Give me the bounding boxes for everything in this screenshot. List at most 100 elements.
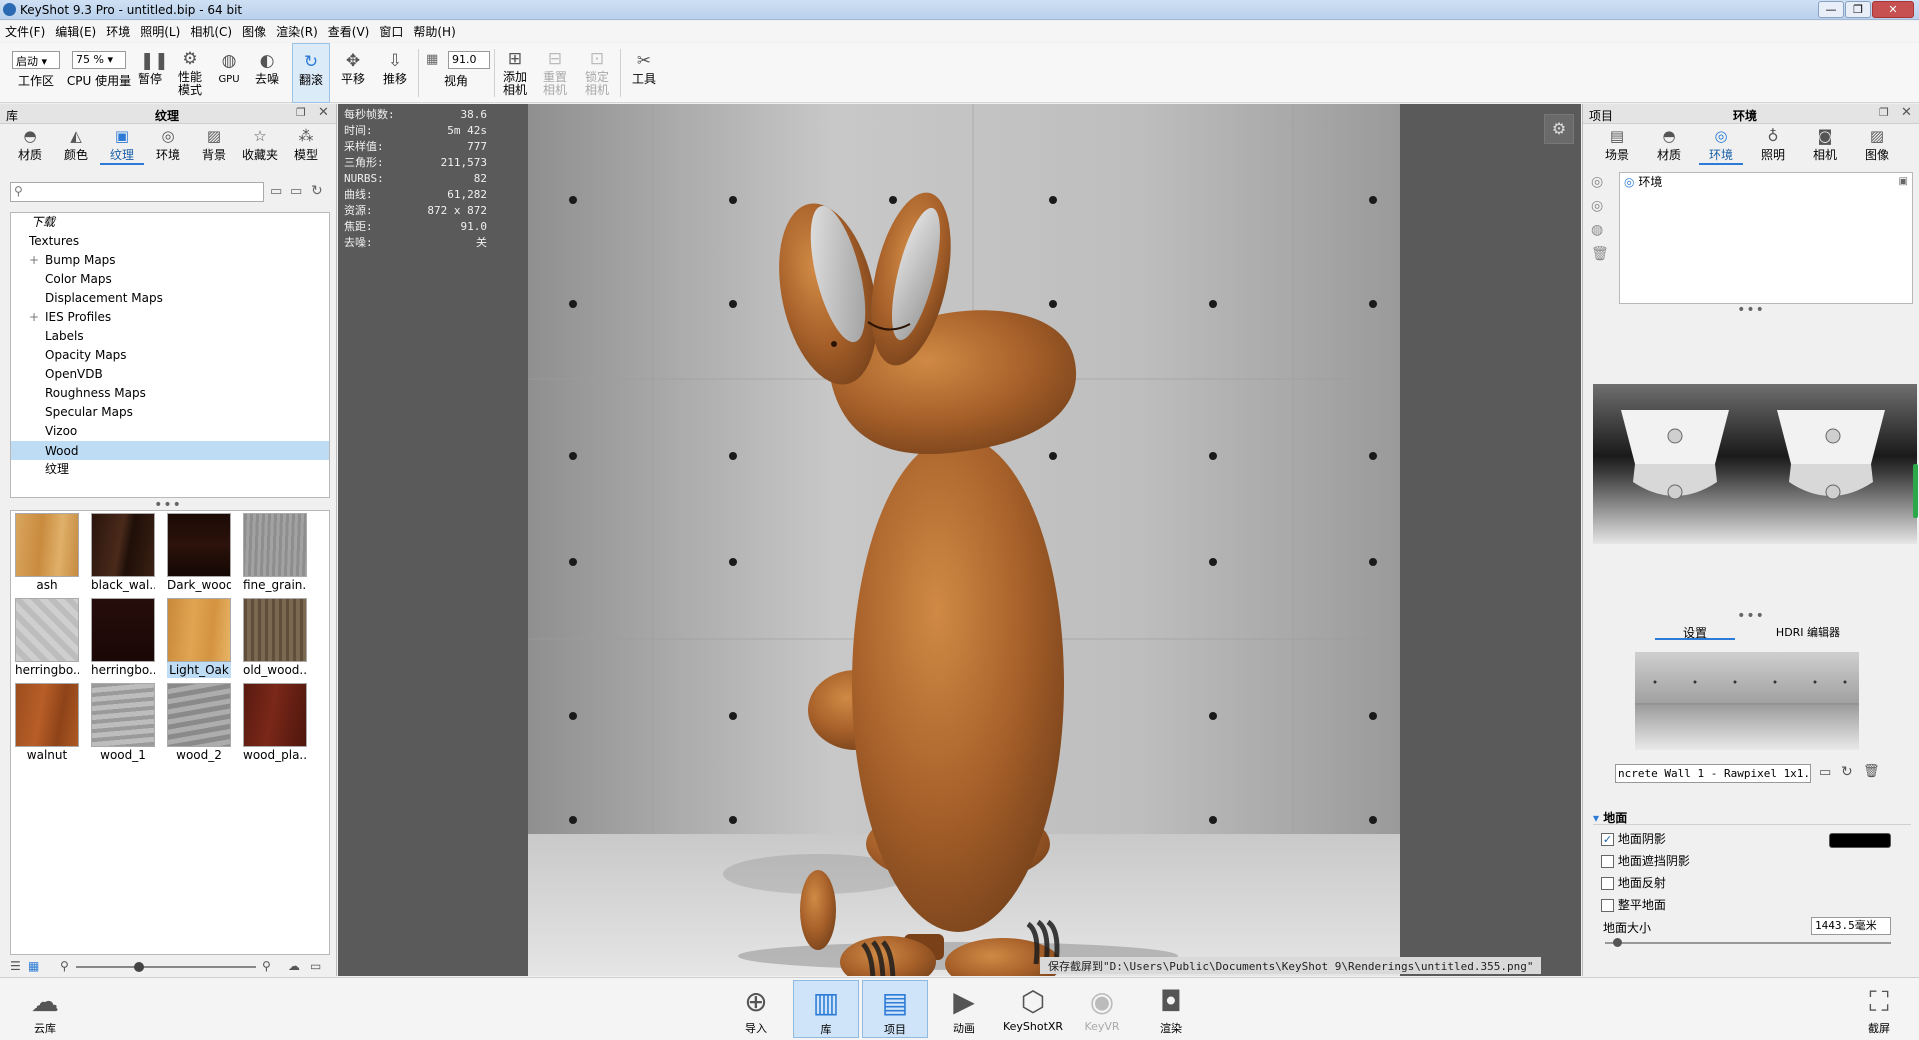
- tab-environments[interactable]: ◎ 环境: [146, 126, 190, 163]
- tree-item-opacity-maps[interactable]: Opacity Maps: [11, 346, 329, 365]
- ground-reflection-checkbox[interactable]: [1601, 877, 1614, 890]
- tree-item-roughness-maps[interactable]: Roughness Maps: [11, 384, 329, 403]
- menu-lighting[interactable]: 照明(L): [135, 21, 185, 42]
- texture-thumb-herringbone-1[interactable]: herringbo...: [15, 598, 79, 678]
- flatten-ground-checkbox[interactable]: [1601, 899, 1614, 912]
- project-button[interactable]: ▤ 项目: [862, 980, 928, 1038]
- lock-camera-button[interactable]: ⊡ 锁定 相机: [580, 43, 614, 103]
- menu-camera[interactable]: 相机(C): [185, 21, 237, 42]
- menu-view[interactable]: 查看(V): [323, 21, 375, 42]
- ground-shadow-checkbox[interactable]: ✓: [1601, 833, 1614, 846]
- gpu-button[interactable]: ◍ GPU: [212, 43, 246, 103]
- tab-image[interactable]: ▨ 图像: [1855, 126, 1899, 163]
- folder-open-icon[interactable]: ▭: [1819, 765, 1831, 780]
- duplicate-environment-icon[interactable]: ◎: [1591, 198, 1603, 214]
- slider-handle[interactable]: [1613, 938, 1622, 947]
- workspace-select[interactable]: 启动 ▾: [12, 51, 60, 69]
- tab-textures[interactable]: ▣ 纹理: [100, 126, 144, 165]
- tab-favorites[interactable]: ☆ 收藏夹: [238, 126, 282, 163]
- tab-hdri-editor[interactable]: HDRI 编辑器: [1753, 624, 1863, 640]
- menu-image[interactable]: 图像: [237, 21, 271, 42]
- tab-materials[interactable]: ◓ 材质: [8, 126, 52, 163]
- menu-window[interactable]: 窗口: [374, 21, 408, 42]
- tools-button[interactable]: ✂ 工具: [626, 43, 662, 103]
- animation-button[interactable]: ▶ 动画: [931, 980, 997, 1038]
- delete-icon[interactable]: 🗑: [1591, 246, 1609, 262]
- tumble-button[interactable]: ↻ 翻滚: [292, 43, 330, 103]
- texture-thumb-light-oak[interactable]: Light_Oak: [167, 598, 231, 678]
- flatten-ground-option[interactable]: 整平地面: [1601, 896, 1666, 914]
- texture-thumb-wood-2[interactable]: wood_2: [167, 683, 231, 763]
- folder-add-icon[interactable]: ▭: [290, 184, 302, 199]
- refresh-icon[interactable]: ↻: [311, 183, 323, 199]
- screenshot-button[interactable]: ⛶ 截屏: [1846, 980, 1912, 1038]
- grid-view-icon[interactable]: ▦: [28, 959, 39, 973]
- tab-material[interactable]: ◓ 材质: [1647, 126, 1691, 163]
- list-view-icon[interactable]: ☰: [10, 959, 21, 973]
- menu-file[interactable]: 文件(F): [0, 21, 50, 42]
- splitter-handle[interactable]: •••: [1733, 608, 1769, 624]
- tree-item-displacement-maps[interactable]: Displacement Maps: [11, 289, 329, 308]
- tree-item-specular-maps[interactable]: Specular Maps: [11, 403, 329, 422]
- minimize-button[interactable]: —: [1818, 1, 1844, 18]
- menu-edit[interactable]: 编辑(E): [50, 21, 101, 42]
- tree-item-openvdb[interactable]: OpenVDB: [11, 365, 329, 384]
- library-button[interactable]: ▥ 库: [793, 980, 859, 1038]
- undock-icon[interactable]: ❐: [296, 106, 306, 119]
- close-button[interactable]: ✕: [1872, 1, 1914, 18]
- texture-thumb-dark-wood[interactable]: Dark_wood: [167, 513, 231, 593]
- texture-thumb-herringbone-2[interactable]: herringbo...: [91, 598, 155, 678]
- ground-occlusion-option[interactable]: 地面遮挡阴影: [1601, 852, 1690, 870]
- render-region-icon[interactable]: ⚙: [1544, 114, 1574, 144]
- tree-item-vizoo[interactable]: Vizoo: [11, 422, 329, 441]
- dolly-button[interactable]: ⇩ 推移: [376, 43, 414, 103]
- tab-scene[interactable]: ▤ 场景: [1595, 126, 1639, 163]
- field-of-view-input[interactable]: 91.0: [448, 51, 490, 69]
- panel-close-icon[interactable]: ✕: [1901, 105, 1912, 120]
- folder-icon[interactable]: ▭: [310, 959, 321, 973]
- cloud-upload-icon[interactable]: ☁: [288, 959, 300, 973]
- tab-backplates[interactable]: ▨ 背景: [192, 126, 236, 163]
- maximize-button[interactable]: ❐: [1845, 1, 1871, 18]
- library-search-field[interactable]: ⚲: [10, 182, 264, 202]
- hdri-file-field[interactable]: ncrete Wall 1 - Rawpixel 1x1.jpg: [1615, 764, 1811, 783]
- tab-environment[interactable]: ◎ 环境: [1699, 126, 1743, 165]
- tab-lighting[interactable]: ♁ 照明: [1751, 126, 1795, 163]
- panel-close-icon[interactable]: ✕: [318, 105, 329, 120]
- ground-occlusion-checkbox[interactable]: [1601, 855, 1614, 868]
- texture-thumb-wood-1[interactable]: wood_1: [91, 683, 155, 763]
- ground-reflection-option[interactable]: 地面反射: [1601, 874, 1666, 892]
- texture-thumb-fine-grain[interactable]: fine_grain...: [243, 513, 307, 593]
- environment-list-item[interactable]: ◎ 环境 ▣: [1620, 173, 1912, 191]
- tree-item-wood[interactable]: Wood: [11, 441, 329, 460]
- menu-environment[interactable]: 环境: [101, 21, 135, 42]
- ground-size-slider[interactable]: [1605, 942, 1891, 944]
- refresh-icon[interactable]: ↻: [1841, 764, 1853, 780]
- cloud-library-button[interactable]: ☁ 云库: [12, 980, 78, 1038]
- copy-environment-icon[interactable]: ◍: [1591, 222, 1603, 238]
- cpu-usage-select[interactable]: 75 % ▾: [72, 51, 126, 69]
- add-environment-icon[interactable]: ◎: [1591, 174, 1603, 190]
- tree-item-color-maps[interactable]: Color Maps: [11, 270, 329, 289]
- tree-item-bump-maps[interactable]: + Bump Maps: [11, 251, 329, 270]
- keyvr-button[interactable]: ◉ KeyVR: [1069, 980, 1135, 1038]
- tab-settings[interactable]: 设置: [1655, 624, 1735, 640]
- reset-camera-button[interactable]: ⊟ 重置 相机: [538, 43, 572, 103]
- tree-item-textures[interactable]: Textures: [11, 232, 329, 251]
- slider-handle[interactable]: [134, 962, 144, 972]
- tree-item-download[interactable]: 下载: [11, 213, 329, 232]
- search-input[interactable]: [27, 184, 259, 200]
- texture-thumb-black-walnut[interactable]: black_wal...: [91, 513, 155, 593]
- denoise-button[interactable]: ◐ 去噪: [250, 43, 284, 103]
- tree-item-textures-cn[interactable]: 纹理: [11, 460, 329, 479]
- pause-button[interactable]: ❚❚ 暂停: [134, 43, 169, 103]
- render-viewport[interactable]: 每秒帧数: 38.6 时间: 5m 42s 采样值: 777 三角形: 211,573 …: [338, 104, 1581, 976]
- tree-item-ies-profiles[interactable]: + IES Profiles: [11, 308, 329, 327]
- menu-help[interactable]: 帮助(H): [408, 21, 460, 42]
- tab-models[interactable]: ⁂ 模型: [284, 126, 328, 163]
- folder-open-icon[interactable]: ▭: [270, 184, 282, 199]
- texture-thumb-wood-plank[interactable]: wood_pla...: [243, 683, 307, 763]
- ground-size-input[interactable]: 1443.5毫米: [1811, 917, 1891, 935]
- texture-thumb-walnut[interactable]: walnut: [15, 683, 79, 763]
- scrollbar-thumb[interactable]: [1913, 464, 1918, 518]
